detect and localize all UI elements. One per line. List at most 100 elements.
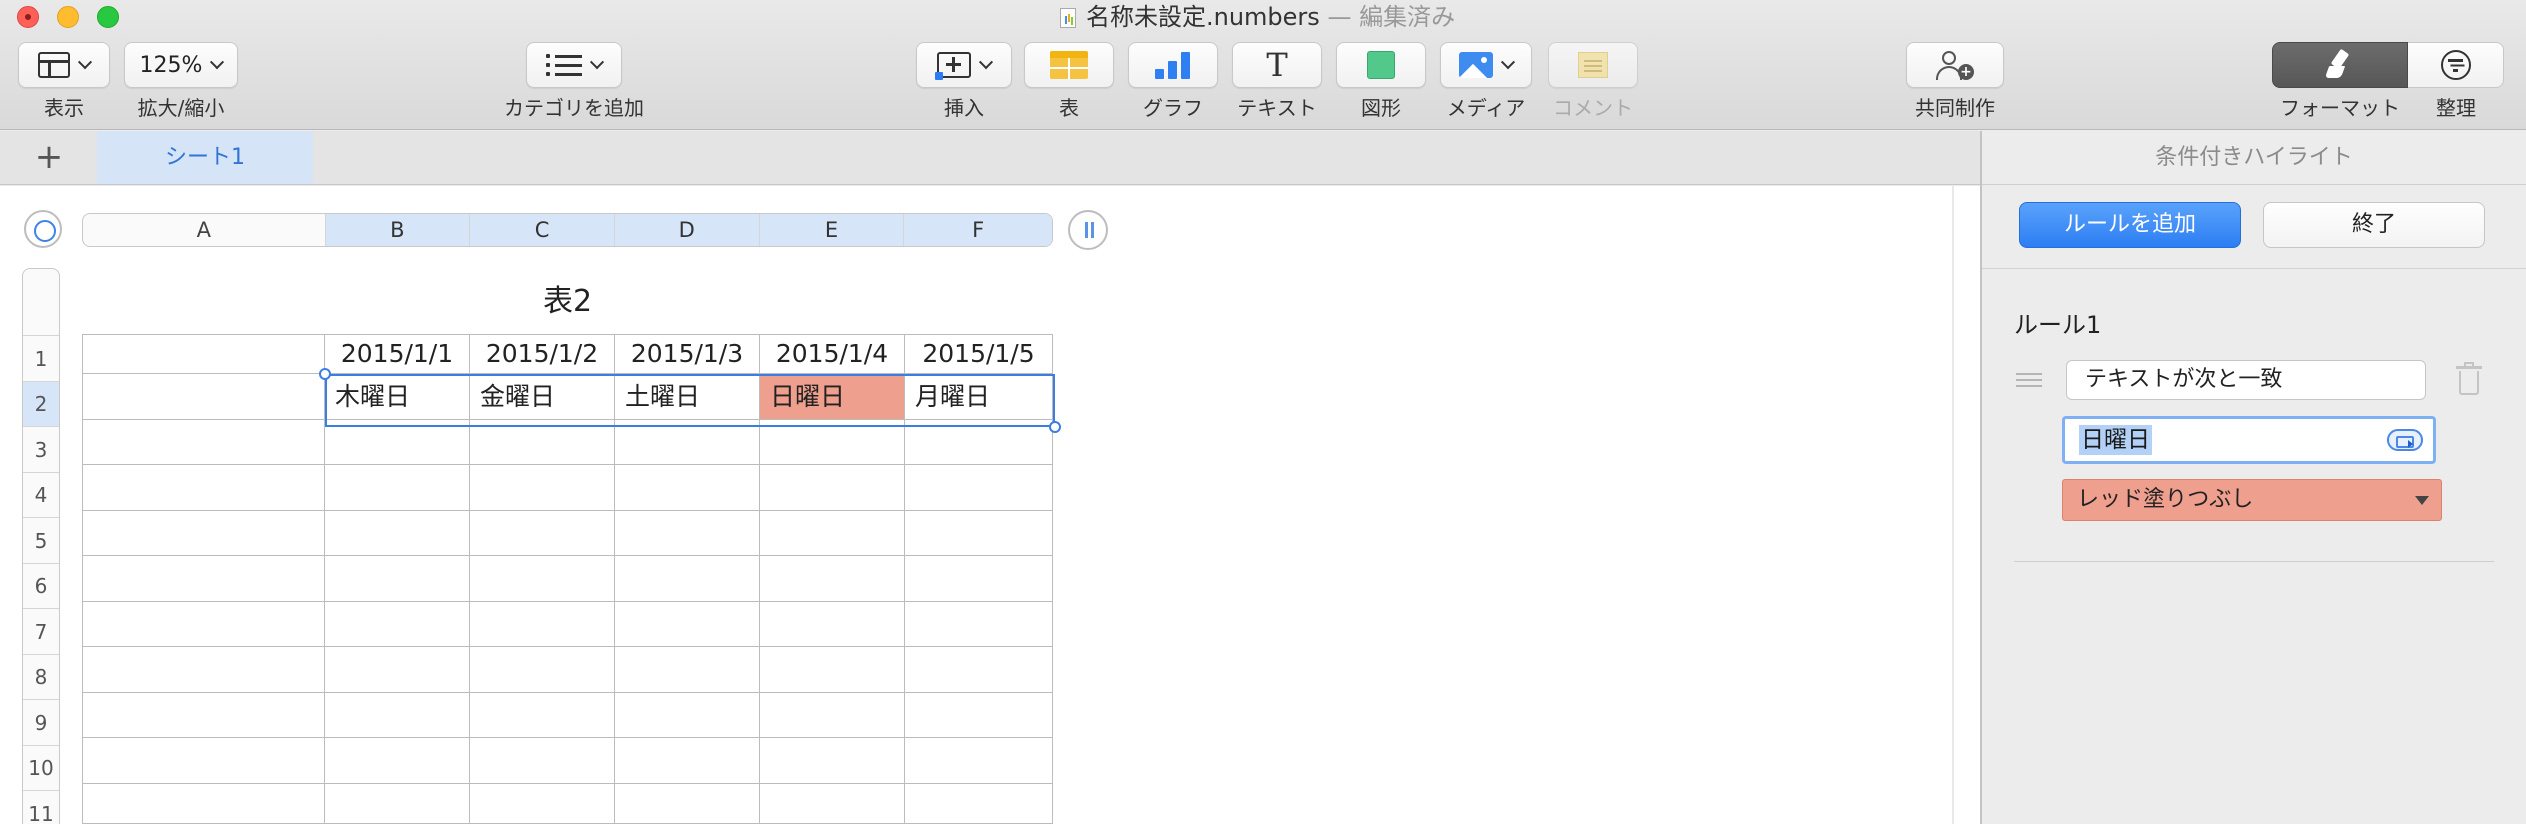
cell-c5[interactable] [470,511,615,556]
rule-style-select[interactable]: レッド塗りつぶし [2062,479,2442,521]
cell-e7[interactable] [760,602,905,647]
cell-e8[interactable] [760,647,905,693]
row-header-2[interactable]: 2 [23,381,59,426]
cell-a3[interactable] [82,420,325,465]
cell-c1[interactable]: 2015/1/2 [470,334,615,374]
cell-a4[interactable] [82,465,325,511]
row-header-8[interactable]: 8 [23,654,59,699]
cell-a10[interactable] [82,738,325,784]
cell-c7[interactable] [470,602,615,647]
row-header-1[interactable]: 1 [23,335,59,381]
cell-b6[interactable] [325,556,470,602]
add-rule-button[interactable]: ルールを追加 [2019,202,2241,248]
column-header-e[interactable]: E [759,214,905,246]
zoom-button[interactable]: 125% [124,42,238,88]
cell-f7[interactable] [905,602,1053,647]
rule-condition-select[interactable]: テキストが次と一致 [2066,360,2426,400]
cell-b9[interactable] [325,693,470,738]
cell-f10[interactable] [905,738,1053,784]
cell-a1[interactable] [82,334,325,374]
cell-d8[interactable] [615,647,760,693]
cell-e1[interactable]: 2015/1/4 [760,334,905,374]
trash-icon[interactable] [2456,362,2482,396]
minimize-window-button[interactable] [57,6,79,28]
close-window-button[interactable] [17,6,39,28]
cell-c6[interactable] [470,556,615,602]
cell-d11[interactable] [615,784,760,824]
cell-d6[interactable] [615,556,760,602]
format-button[interactable] [2272,42,2408,88]
column-header-c[interactable]: C [470,214,615,246]
cell-d10[interactable] [615,738,760,784]
cell-f4[interactable] [905,465,1053,511]
cell-f1[interactable]: 2015/1/5 [905,334,1053,374]
cell-b4[interactable] [325,465,470,511]
comment-button[interactable] [1548,42,1638,88]
cell-e4[interactable] [760,465,905,511]
shape-button[interactable] [1336,42,1426,88]
cell-e6[interactable] [760,556,905,602]
cell-f9[interactable] [905,693,1053,738]
cell-d7[interactable] [615,602,760,647]
cell-b10[interactable] [325,738,470,784]
cell-a11[interactable] [82,784,325,824]
cell-c9[interactable] [470,693,615,738]
cell-e11[interactable] [760,784,905,824]
cell-f5[interactable] [905,511,1053,556]
row-header-7[interactable]: 7 [23,608,59,654]
cell-f11[interactable] [905,784,1053,824]
cell-a5[interactable] [82,511,325,556]
cell-f8[interactable] [905,647,1053,693]
row-header-4[interactable]: 4 [23,472,59,517]
column-header-b[interactable]: B [325,214,471,246]
cell-a7[interactable] [82,602,325,647]
row-header-11[interactable]: 11 [23,790,59,824]
table-button[interactable] [1024,42,1114,88]
cell-d9[interactable] [615,693,760,738]
column-header-a[interactable]: A [83,214,326,246]
cell-e9[interactable] [760,693,905,738]
view-button[interactable] [18,42,110,88]
media-button[interactable] [1440,42,1532,88]
cell-b8[interactable] [325,647,470,693]
row-header-5[interactable]: 5 [23,517,59,563]
chart-button[interactable] [1128,42,1218,88]
select-table-handle[interactable] [24,210,62,248]
cell-a6[interactable] [82,556,325,602]
row-header-9[interactable]: 9 [23,699,59,745]
insert-button[interactable] [916,42,1012,88]
cell-c11[interactable] [470,784,615,824]
cell-reference-icon[interactable] [2387,429,2423,451]
table-title[interactable]: 表2 [82,276,1053,320]
cell-d1[interactable]: 2015/1/3 [615,334,760,374]
done-button[interactable]: 終了 [2263,202,2485,248]
column-header-d[interactable]: D [614,214,760,246]
cell-b1[interactable]: 2015/1/1 [325,334,470,374]
cell-c4[interactable] [470,465,615,511]
cell-c10[interactable] [470,738,615,784]
cell-f6[interactable] [905,556,1053,602]
cell-c8[interactable] [470,647,615,693]
cell-a9[interactable] [82,693,325,738]
cell-b11[interactable] [325,784,470,824]
cell-d4[interactable] [615,465,760,511]
cell-d5[interactable] [615,511,760,556]
selection-handle[interactable] [319,368,331,380]
add-category-button[interactable] [526,42,622,88]
cell-a8[interactable] [82,647,325,693]
cell-e5[interactable] [760,511,905,556]
drag-handle-icon[interactable] [2016,373,2042,387]
zoom-window-button[interactable] [97,6,119,28]
add-sheet-button[interactable]: + [30,139,68,177]
column-header-f[interactable]: F [904,214,1052,246]
cell-e10[interactable] [760,738,905,784]
rule-value-field[interactable]: 日曜日 [2062,416,2436,464]
organize-button[interactable] [2408,42,2504,88]
row-header-10[interactable]: 10 [23,745,59,790]
text-button[interactable]: T [1232,42,1322,88]
cell-b7[interactable] [325,602,470,647]
selection-handle[interactable] [1049,421,1061,433]
row-header-3[interactable]: 3 [23,426,59,472]
cell-a2[interactable] [82,374,325,420]
column-resize-handle[interactable] [1068,210,1108,250]
